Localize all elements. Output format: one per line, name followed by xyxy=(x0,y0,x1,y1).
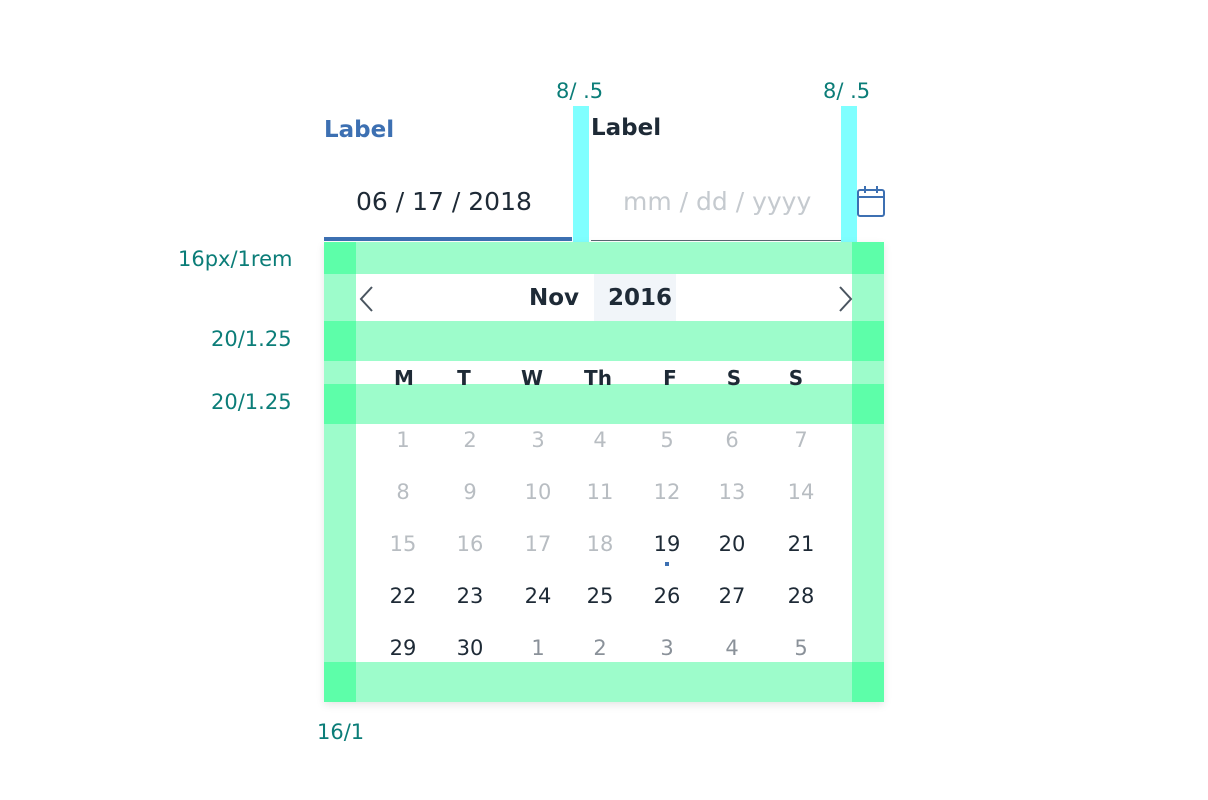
date-to-placeholder: mm / dd / yyyy xyxy=(623,187,812,216)
calendar-day[interactable]: 1 xyxy=(381,430,425,451)
calendar-year: 2016 xyxy=(608,285,673,311)
calendar-day[interactable]: 14 xyxy=(779,482,823,503)
chevron-left-icon xyxy=(359,286,373,312)
date-from-value: 06 / 17 / 2018 xyxy=(356,187,532,216)
calendar-day[interactable]: 16 xyxy=(448,534,492,555)
calendar-icon[interactable] xyxy=(857,186,885,218)
calendar-day[interactable]: 10 xyxy=(516,482,560,503)
spacing-band-header xyxy=(324,321,884,361)
spacing-corner xyxy=(324,321,356,361)
calendar-day[interactable]: 23 xyxy=(448,586,492,607)
annotation-row-2: 20/1.25 xyxy=(211,327,292,351)
spacing-corner xyxy=(852,662,884,702)
weekday-label: S xyxy=(726,366,742,390)
spacing-bar-left xyxy=(573,106,589,242)
weekday-label: M xyxy=(394,366,414,390)
calendar-day[interactable]: 5 xyxy=(645,430,689,451)
calendar-day[interactable]: 9 xyxy=(448,482,492,503)
spacing-corner xyxy=(324,384,356,424)
calendar-day[interactable]: 17 xyxy=(516,534,560,555)
calendar-day[interactable]: 12 xyxy=(645,482,689,503)
next-month-button[interactable] xyxy=(834,284,858,314)
weekday-label: F xyxy=(663,366,677,390)
chevron-right-icon xyxy=(839,286,853,312)
calendar-day[interactable]: 29 xyxy=(381,638,425,659)
spacing-band-left xyxy=(324,242,356,702)
spacing-band-top xyxy=(324,242,884,274)
calendar-day[interactable]: 15 xyxy=(381,534,425,555)
weekday-label: S xyxy=(788,366,804,390)
calendar-day[interactable]: 2 xyxy=(448,430,492,451)
calendar-day-today[interactable]: 19 xyxy=(645,534,689,555)
calendar-day[interactable]: 21 xyxy=(779,534,823,555)
calendar-day[interactable]: 13 xyxy=(710,482,754,503)
spacing-band-bottom xyxy=(324,662,884,702)
calendar-day[interactable]: 4 xyxy=(578,430,622,451)
date-from-input[interactable]: 06 / 17 / 2018 xyxy=(324,166,572,242)
calendar-day[interactable]: 5 xyxy=(779,638,823,659)
prev-month-button[interactable] xyxy=(356,284,380,314)
date-from-underline xyxy=(324,237,572,241)
calendar-day[interactable]: 6 xyxy=(710,430,754,451)
spacing-band-weekdays xyxy=(324,384,884,424)
calendar-day[interactable]: 3 xyxy=(645,638,689,659)
spacing-bar-right xyxy=(841,106,857,242)
calendar-day[interactable]: 11 xyxy=(578,482,622,503)
calendar-year-field[interactable]: 2016 xyxy=(594,274,676,321)
calendar-day[interactable]: 22 xyxy=(381,586,425,607)
spacing-corner xyxy=(852,321,884,361)
annotation-row-1: 16px/1rem xyxy=(178,247,293,271)
spacing-corner xyxy=(324,242,356,274)
date-to-label: Label xyxy=(591,115,662,141)
calendar-panel: Nov 2016 M T W Th F S S 1 2 3 4 5 6 7 8 9 10 11 12 13 14 15 1… xyxy=(324,242,884,702)
weekday-label: Th xyxy=(584,366,612,390)
calendar-day[interactable]: 28 xyxy=(779,586,823,607)
calendar-day[interactable]: 20 xyxy=(710,534,754,555)
date-to-underline xyxy=(591,240,841,241)
date-from-label: Label xyxy=(324,117,395,143)
calendar-day[interactable]: 18 xyxy=(578,534,622,555)
calendar-month: Nov xyxy=(529,285,580,311)
today-indicator xyxy=(665,562,669,566)
calendar-day[interactable]: 2 xyxy=(578,638,622,659)
calendar-day[interactable]: 1 xyxy=(516,638,560,659)
calendar-day[interactable]: 26 xyxy=(645,586,689,607)
annotation-row-3: 20/1.25 xyxy=(211,390,292,414)
calendar-day[interactable]: 3 xyxy=(516,430,560,451)
weekday-label: T xyxy=(457,366,471,390)
calendar-day[interactable]: 25 xyxy=(578,586,622,607)
calendar-day[interactable]: 8 xyxy=(381,482,425,503)
spacing-corner xyxy=(852,242,884,274)
spacing-corner xyxy=(324,662,356,702)
calendar-day[interactable]: 7 xyxy=(779,430,823,451)
annotation-top-left: 8/ .5 xyxy=(556,79,604,103)
calendar-day[interactable]: 4 xyxy=(710,638,754,659)
annotation-top-right: 8/ .5 xyxy=(823,79,871,103)
annotation-bottom: 16/1 xyxy=(317,720,365,744)
calendar-day[interactable]: 27 xyxy=(710,586,754,607)
spacing-corner xyxy=(852,384,884,424)
date-to-input[interactable]: mm / dd / yyyy xyxy=(591,166,841,242)
weekday-label: W xyxy=(520,366,544,390)
calendar-day[interactable]: 24 xyxy=(516,586,560,607)
calendar-day[interactable]: 30 xyxy=(448,638,492,659)
